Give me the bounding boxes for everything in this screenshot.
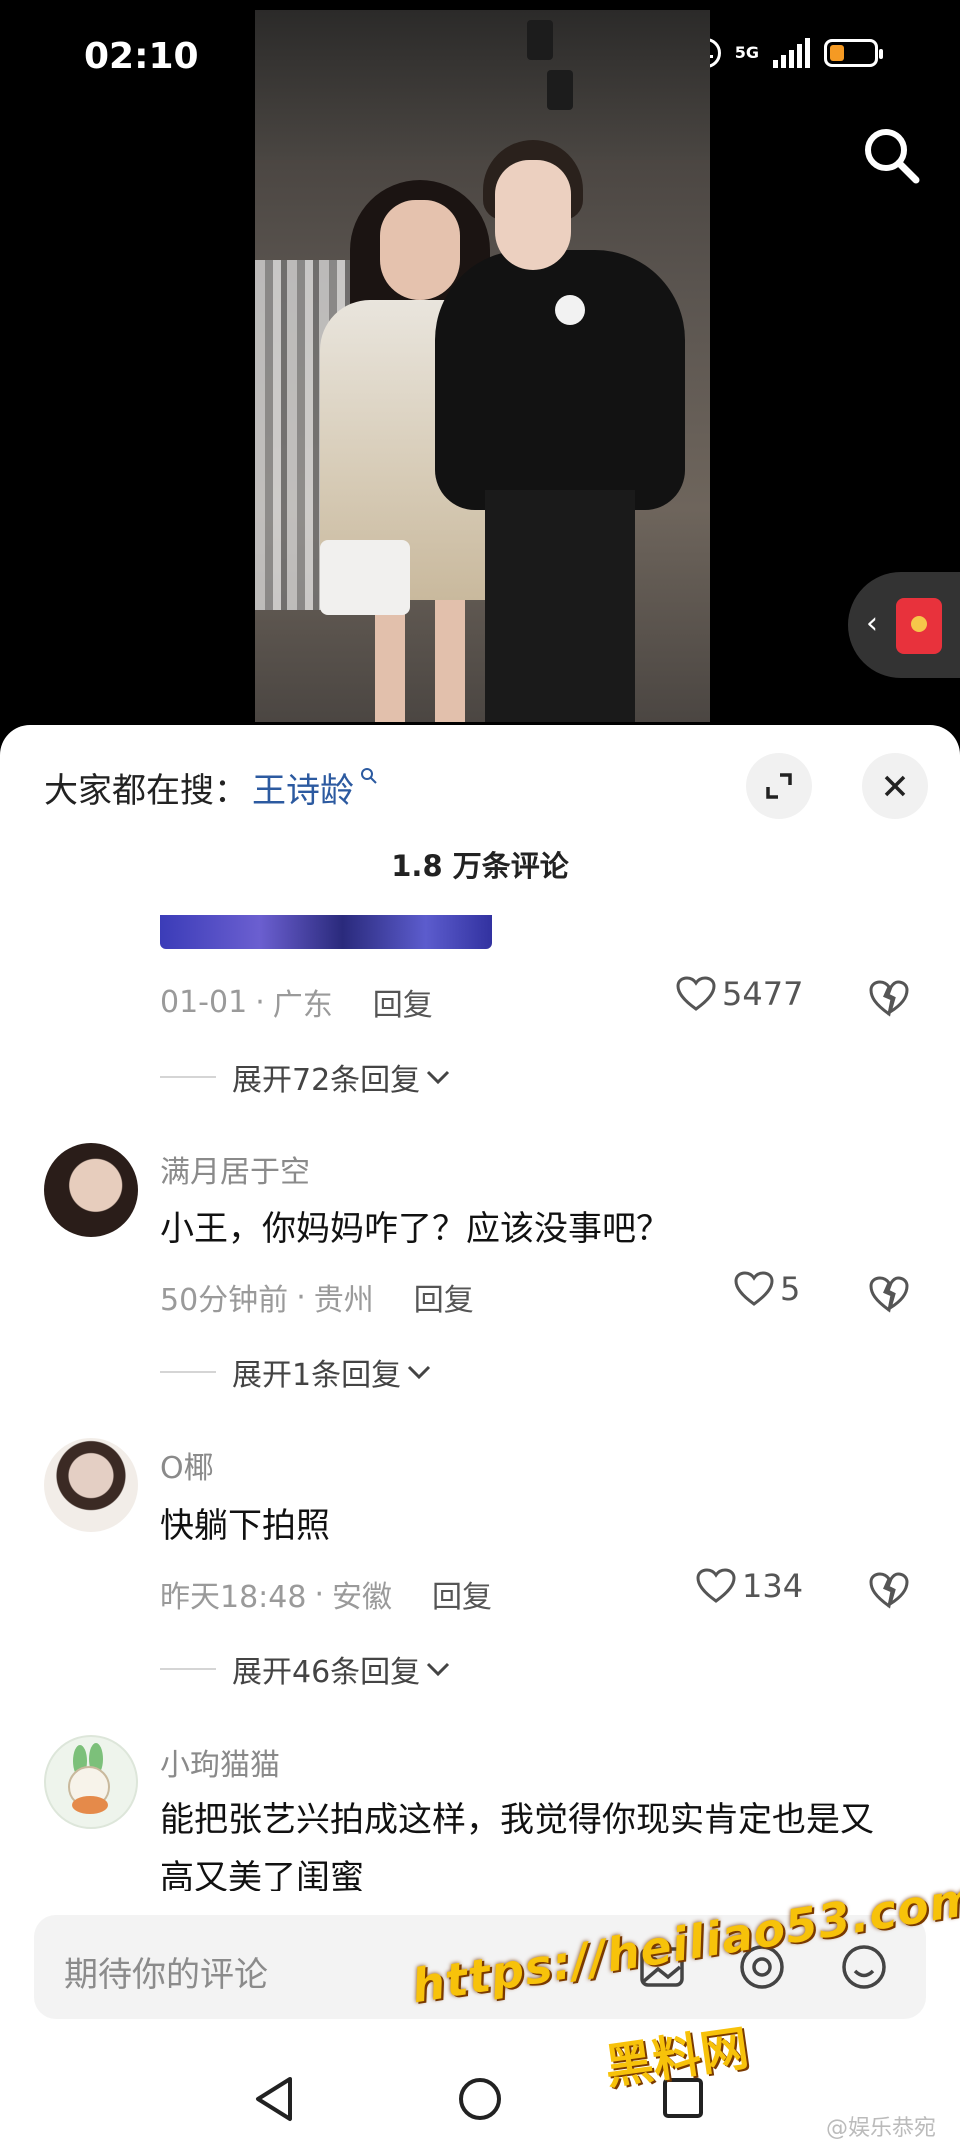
comment-image[interactable]: [160, 915, 492, 949]
status-icons: 5G: [690, 38, 883, 68]
like-count: 134: [742, 1567, 804, 1605]
trending-label: 大家都在搜：: [44, 771, 248, 811]
comment-text: 小王，你妈妈咋了？应该没事吧？: [160, 1209, 670, 1249]
photo-person-right-coat: [435, 250, 685, 510]
comment-meta: 01-01 · 广东 回复: [160, 980, 433, 1024]
status-time: 02:10: [84, 36, 199, 77]
expand-replies[interactable]: 展开46条回复: [160, 1647, 452, 1691]
photo-person-right-face: [495, 160, 571, 270]
avatar[interactable]: [44, 1735, 138, 1829]
expand-icon: [766, 773, 792, 799]
photo-brooch: [555, 295, 585, 325]
photo-lamp: [527, 20, 553, 60]
comment-location: 广东: [272, 988, 333, 1023]
expand-replies-label: 展开1条回复: [232, 1358, 402, 1393]
photo-handbag: [320, 540, 410, 615]
network-type: 5G: [734, 43, 759, 62]
emoji-icon: [842, 1945, 886, 1989]
photo-ceiling: [255, 10, 710, 160]
comment-text: 能把张艺兴拍成这样，我觉得你现实肯定也是又高又美了闺蜜: [160, 1800, 874, 1891]
dislike-button[interactable]: [868, 1571, 910, 1613]
chevron-left-icon: ‹: [866, 606, 878, 641]
broken-heart-icon: [869, 1276, 909, 1313]
heart-icon: [734, 1271, 774, 1306]
avatar[interactable]: [44, 1143, 138, 1237]
trending-term-link[interactable]: 王诗龄: [252, 763, 354, 812]
fullscreen-button[interactable]: [746, 753, 812, 819]
close-icon: [884, 775, 906, 797]
search-icon: [865, 129, 920, 184]
trending-search-icon: [360, 767, 378, 790]
comment-location: 贵州: [313, 1283, 374, 1318]
photo-lamp: [547, 70, 573, 110]
photo-person-left-legs: [355, 600, 485, 722]
heart-icon: [676, 976, 716, 1011]
comment-meta: 昨天18:48 · 安徽 回复: [160, 1572, 492, 1616]
comment-username[interactable]: 小玽猫猫: [160, 1740, 280, 1784]
expand-replies-label: 展开46条回复: [232, 1655, 421, 1690]
comment-location: 安徽: [332, 1580, 393, 1615]
signal-icon: [773, 38, 810, 68]
credit-text: @娱乐恭宛: [825, 2116, 936, 2141]
chevron-down-icon: [408, 1365, 431, 1380]
comment-input-placeholder: 期待你的评论: [64, 1955, 268, 1995]
photo-person-left-face: [380, 200, 460, 300]
comment-username[interactable]: 满月居于空: [160, 1147, 310, 1191]
photo-person-right-legs: [485, 490, 635, 722]
comment-count-title: 1.8 万条评论: [391, 849, 569, 883]
comment-date: 昨天18:48: [160, 1580, 307, 1615]
reply-button[interactable]: 回复: [432, 1572, 492, 1616]
reply-button[interactable]: 回复: [414, 1275, 474, 1319]
like-button[interactable]: 5477: [676, 975, 803, 1013]
home-circle-icon: [459, 2078, 501, 2120]
avatar[interactable]: [44, 1438, 138, 1532]
post-photo[interactable]: [255, 10, 710, 722]
dislike-button[interactable]: [868, 1275, 910, 1317]
comment-meta: 50分钟前 · 贵州 回复: [160, 1275, 474, 1319]
rabbit-icon: [68, 1743, 110, 1814]
like-button[interactable]: 134: [696, 1567, 803, 1605]
chevron-down-icon: [427, 1070, 450, 1085]
comment-username[interactable]: O椰: [160, 1443, 214, 1487]
battery-icon: [824, 39, 883, 67]
emoji-button[interactable]: [836, 1939, 892, 1995]
comment-date: 50分钟前: [160, 1283, 289, 1318]
heart-icon: [696, 1568, 736, 1603]
red-packet-button[interactable]: ‹: [848, 572, 960, 678]
comment-date: 01-01: [160, 984, 248, 1020]
comment-text: 快躺下拍照: [160, 1506, 330, 1546]
like-count: 5477: [722, 975, 804, 1013]
back-triangle-icon: [256, 2077, 292, 2121]
close-button[interactable]: [862, 753, 928, 819]
expand-replies-label: 展开72条回复: [232, 1063, 421, 1098]
red-packet-icon: [896, 598, 942, 654]
broken-heart-icon: [869, 1572, 909, 1609]
like-count: 5: [780, 1270, 801, 1308]
like-button[interactable]: 5: [734, 1270, 800, 1308]
broken-heart-icon: [869, 980, 909, 1017]
chevron-down-icon: [427, 1662, 450, 1677]
expand-replies[interactable]: 展开1条回复: [160, 1350, 433, 1394]
nav-home-button[interactable]: [456, 2075, 504, 2127]
dislike-button[interactable]: [868, 979, 910, 1021]
trending-search[interactable]: 大家都在搜： 王诗龄: [44, 763, 378, 812]
nav-back-button[interactable]: [252, 2075, 296, 2127]
expand-replies[interactable]: 展开72条回复: [160, 1055, 452, 1099]
reply-button[interactable]: 回复: [373, 980, 433, 1024]
search-button[interactable]: [860, 124, 924, 188]
